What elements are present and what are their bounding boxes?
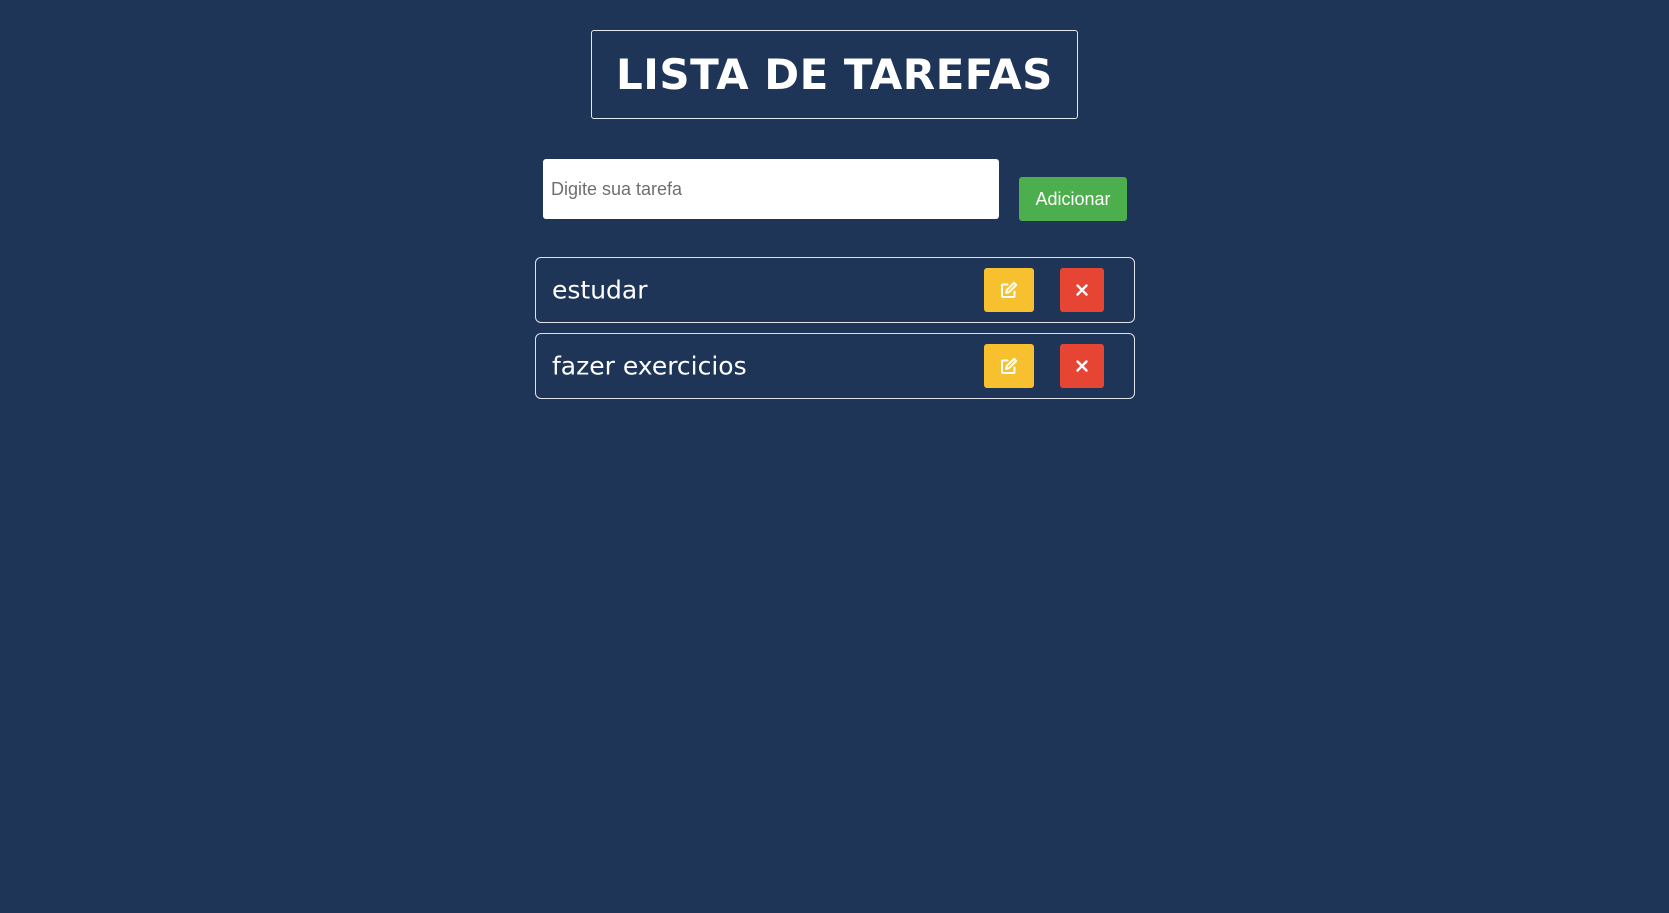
list-item: fazer exercicios [535, 333, 1135, 399]
edit-task-button[interactable] [984, 268, 1034, 312]
delete-task-button[interactable] [1060, 344, 1104, 388]
edit-task-button[interactable] [984, 344, 1034, 388]
title-box: LISTA DE TAREFAS [591, 30, 1078, 119]
add-task-button[interactable]: Adicionar [1019, 177, 1127, 221]
close-icon [1075, 359, 1089, 373]
edit-icon [1000, 281, 1018, 299]
page-title: LISTA DE TAREFAS [616, 50, 1053, 99]
delete-task-button[interactable] [1060, 268, 1104, 312]
task-list: estudar fazer exercicios [535, 257, 1135, 409]
task-text: fazer exercicios [552, 351, 747, 381]
close-icon [1075, 283, 1089, 297]
task-input[interactable] [543, 159, 999, 219]
list-item: estudar [535, 257, 1135, 323]
edit-icon [1000, 357, 1018, 375]
task-text: estudar [552, 275, 648, 305]
